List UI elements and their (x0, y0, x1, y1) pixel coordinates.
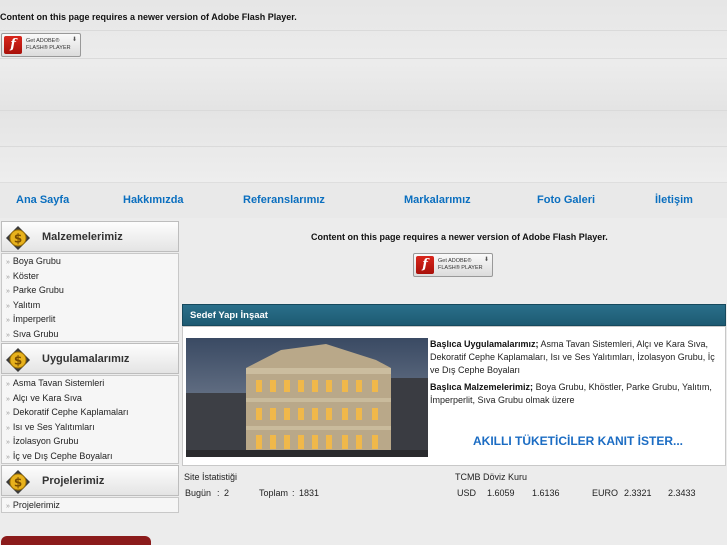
flash-button-line2: FLASH® PLAYER (438, 265, 483, 271)
sidebar-header-materials: $ Malzemelerimiz (1, 221, 179, 252)
currency-title: TCMB Döviz Kuru (455, 472, 528, 482)
flash-button-line2: FLASH® PLAYER (26, 45, 71, 51)
nav-about[interactable]: Hakkımızda (123, 194, 184, 206)
divider (0, 30, 727, 31)
content-panel-header: Sedef Yapı İnşaat (182, 304, 726, 326)
sidebar-header-applications: $ Uygulamalarımız (1, 343, 179, 374)
sidebar-header-projects: $ Projelerimiz (1, 465, 179, 496)
sidebar-section-title: Malzemelerimiz (42, 231, 123, 243)
sidebar-section-title: Projelerimiz (42, 475, 105, 487)
sidebar-item-label: Parke Grubu (12, 285, 64, 295)
applications-heading: Başlıca Uygulamalarımız; (430, 339, 539, 349)
sidebar-section-title: Uygulamalarımız (42, 353, 130, 365)
sidebar-item-facade-coating[interactable]: » Dekoratif Cephe Kaplamaları (2, 405, 178, 420)
sidebar-item-label: İmperperlit (12, 314, 56, 324)
sidebar-item-gypsum[interactable]: » Alçı ve Kara Sıva (2, 391, 178, 406)
dollar-coin-icon: $ (6, 226, 30, 250)
today-value: 2 (224, 488, 230, 498)
euro-sell: 2.3433 (668, 488, 696, 498)
svg-text:$: $ (14, 476, 22, 490)
usd-sell: 1.6136 (532, 488, 560, 498)
sidebar-item-insulation[interactable]: » Yalıtım (2, 298, 178, 313)
sidebar-bottom-banner (1, 536, 151, 545)
sidebar-item-paints[interactable]: » İç ve Dış Cephe Boyaları (2, 449, 178, 464)
sidebar-item-label: Alçı ve Kara Sıva (12, 392, 82, 403)
euro-label: EURO (592, 488, 619, 498)
dollar-coin-icon: $ (6, 348, 30, 372)
sidebar-item-label: Köster (12, 270, 39, 281)
panel-title: Sedef Yapı İnşaat (190, 310, 268, 321)
flash-button-label: Get ADOBE® FLASH® PLAYER (26, 38, 71, 52)
sidebar-item-label: Yalıtım (12, 299, 41, 310)
svg-text:$: $ (14, 232, 22, 246)
dollar-coin-icon: $ (6, 470, 30, 494)
sidebar-item-heat-sound[interactable]: » Isı ve Ses Yalıtımları (2, 420, 178, 435)
sidebar-item-imperperlit[interactable]: » İmperperlit (2, 312, 178, 327)
divider (0, 146, 727, 147)
today-label: Bugün (185, 488, 212, 498)
total-value: 1831 (299, 488, 320, 498)
sidebar-item-plaster[interactable]: » Sıva Grubu (2, 327, 178, 342)
content-panel: Başlıca Uygulamalarımız; Asma Tavan Sist… (182, 326, 726, 466)
flash-required-message: Content on this page requires a newer ve… (311, 232, 608, 242)
divider (0, 110, 727, 111)
sidebar-item-label: Projelerimiz (12, 500, 60, 510)
sidebar-item-projects[interactable]: » Projelerimiz (2, 498, 178, 513)
panel-description: Başlıca Uygulamalarımız; Asma Tavan Sist… (430, 338, 722, 407)
divider (0, 58, 727, 59)
sidebar-list-projects: » Projelerimiz (1, 497, 179, 513)
total-label: Toplam (259, 488, 289, 498)
sidebar-item-label: Asma Tavan Sistemleri (12, 378, 105, 388)
nav-contact[interactable]: İletişim (655, 194, 693, 206)
sidebar-item-suspended-ceiling[interactable]: » Asma Tavan Sistemleri (2, 376, 178, 391)
main-navigation: Ana Sayfa Hakkımızda Referanslarımız Mar… (0, 182, 727, 218)
flash-player-icon: f (4, 36, 22, 54)
usd-label: USD (457, 488, 477, 498)
sidebar-item-label: Dekoratif Cephe Kaplamaları (12, 407, 129, 417)
get-flash-player-button[interactable]: f Get ADOBE® FLASH® PLAYER ⬇ (1, 33, 81, 57)
sidebar-item-label: İzolasyon Grubu (12, 436, 79, 446)
nav-brands[interactable]: Markalarımız (404, 194, 471, 206)
sidebar-item-label: Sıva Grubu (12, 328, 59, 339)
euro-buy: 2.3321 (624, 488, 652, 498)
slogan-link[interactable]: AKILLI TÜKETİCİLER KANIT İSTER... (473, 434, 683, 448)
nav-references[interactable]: Referanslarımız (243, 194, 325, 206)
nav-home[interactable]: Ana Sayfa (16, 194, 69, 206)
sidebar-item-parquet[interactable]: » Parke Grubu (2, 283, 178, 298)
sidebar-list-applications: » Asma Tavan Sistemleri » Alçı ve Kara Sıv… (1, 375, 179, 464)
get-flash-player-button[interactable]: f Get ADOBE® FLASH® PLAYER ⬇ (413, 253, 493, 277)
flash-button-line1: Get ADOBE® (26, 38, 60, 44)
sidebar-item-paint[interactable]: » Boya Grubu (2, 254, 178, 269)
download-arrow-icon: ⬇ (483, 257, 489, 263)
nav-photo-gallery[interactable]: Foto Galeri (537, 194, 595, 206)
sidebar-item-label: İç ve Dış Cephe Boyaları (12, 450, 113, 461)
top-flash-banner: Content on this page requires a newer ve… (0, 0, 727, 182)
building-photo (186, 338, 428, 457)
flash-button-line1: Get ADOBE® (438, 258, 472, 264)
today-separator: : (217, 488, 220, 498)
total-separator: : (292, 488, 295, 498)
flash-required-message: Content on this page requires a newer ve… (0, 12, 297, 22)
sidebar-item-isolation[interactable]: » İzolasyon Grubu (2, 434, 178, 449)
materials-heading: Başlıca Malzemelerimiz; (430, 382, 534, 392)
flash-button-label: Get ADOBE® FLASH® PLAYER (438, 258, 483, 272)
sidebar-item-label: Isı ve Ses Yalıtımları (12, 421, 95, 432)
sidebar-list-materials: » Boya Grubu » Köster » Parke Grubu » Yalıtı… (1, 253, 179, 342)
site-stats-title: Site İstatistiği (184, 472, 238, 482)
flash-player-icon: f (416, 256, 434, 274)
svg-text:$: $ (14, 354, 22, 368)
usd-buy: 1.6059 (487, 488, 515, 498)
sidebar-item-label: Boya Grubu (12, 256, 61, 266)
download-arrow-icon: ⬇ (71, 37, 77, 43)
sidebar-item-koster[interactable]: » Köster (2, 269, 178, 284)
